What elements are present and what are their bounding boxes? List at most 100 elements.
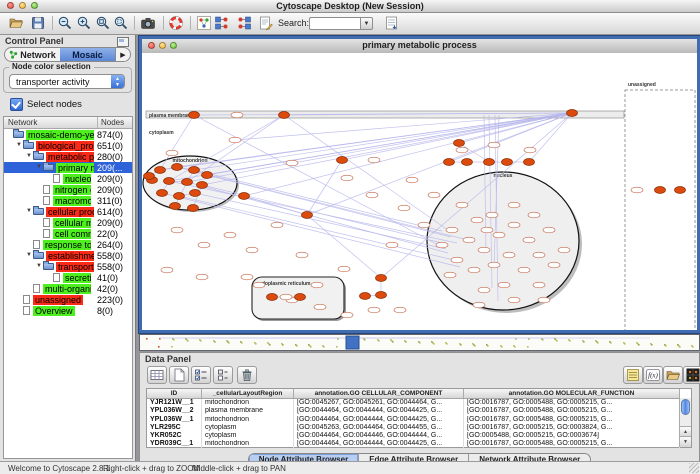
gene-node-unselected[interactable] (368, 157, 380, 163)
gene-node-unselected[interactable] (478, 247, 490, 253)
column-header-2[interactable]: annotation.GO CELLULAR_COMPONENT (294, 389, 464, 398)
tree-row-mosaic-demo-yeast[interactable]: mosaic-demo-yeast874(0) (4, 129, 132, 140)
gene-node-unselected[interactable] (231, 112, 243, 118)
tree-row-metabolic-process[interactable]: ▼metabolic process280(0) (4, 151, 132, 162)
gene-node[interactable] (190, 190, 201, 197)
gene-node[interactable] (302, 212, 313, 219)
gene-node-unselected[interactable] (446, 227, 458, 233)
tree-row-transport[interactable]: ▼transport558(0) (4, 261, 132, 272)
gene-node[interactable] (155, 167, 166, 174)
gene-node-unselected[interactable] (280, 294, 292, 300)
search-dropdown-button[interactable]: ▼ (360, 17, 373, 30)
table-row-YPL036W__2[interactable]: YPL036W__2plasma membrane[GO:0044464, GO… (147, 407, 691, 415)
birdseye-view-window[interactable] (139, 334, 700, 351)
tree-row-secretion[interactable]: secretion41(0) (4, 272, 132, 283)
gene-node-unselected[interactable] (418, 222, 430, 228)
gene-node-unselected[interactable] (548, 262, 560, 268)
gene-node[interactable] (144, 173, 155, 180)
gene-node[interactable] (462, 159, 473, 166)
tree-row-primary-metabo[interactable]: ▼primary metabo209(... (4, 162, 132, 173)
gene-node-unselected[interactable] (486, 212, 498, 218)
gene-node[interactable] (182, 179, 193, 186)
gene-node-unselected[interactable] (518, 267, 530, 273)
gene-node-unselected[interactable] (198, 242, 210, 248)
birdseye-viewport[interactable] (346, 336, 359, 349)
gene-node-unselected[interactable] (166, 150, 178, 156)
gene-node-unselected[interactable] (368, 307, 380, 313)
gene-node-unselected[interactable] (456, 147, 468, 153)
save-icon[interactable] (30, 15, 47, 32)
gene-node-unselected[interactable] (271, 222, 283, 228)
gene-node-unselected[interactable] (253, 282, 265, 288)
gene-node-unselected[interactable] (481, 227, 493, 233)
table-row-YLR295C[interactable]: YLR295Ccytoplasm[GO:0045263, GO:0044464,… (147, 424, 691, 432)
expand-arrow-icon[interactable]: ▼ (26, 151, 33, 162)
tree-row-macromolecule[interactable]: macromolecule311(0) (4, 195, 132, 206)
search-input[interactable] (309, 17, 361, 30)
gene-node-unselected[interactable] (508, 297, 520, 303)
gene-node[interactable] (202, 172, 213, 179)
scroll-down-button[interactable]: ▼ (680, 436, 691, 447)
gene-node-unselected[interactable] (444, 272, 456, 278)
table-row-YPL036W__1[interactable]: YPL036W__1mitochondrion[GO:0044464, GO:0… (147, 416, 691, 424)
column-header-3[interactable]: annotation.GO MOLECULAR_FUNCTION (464, 389, 680, 398)
table-row-YJR121W__1[interactable]: YJR121W__1mitochondrion[GO:0045267, GO:0… (147, 399, 691, 407)
formula-builder-button[interactable]: f(x) (643, 366, 663, 384)
gene-node-unselected[interactable] (456, 202, 468, 208)
gene-node-unselected[interactable] (406, 177, 418, 183)
expand-arrow-icon[interactable]: ▼ (36, 261, 43, 272)
gene-node-unselected[interactable] (508, 222, 520, 228)
gene-node-unselected[interactable] (428, 192, 440, 198)
edit-attributes-icon[interactable] (384, 15, 401, 32)
gene-node[interactable] (376, 292, 387, 299)
gene-node-unselected[interactable] (498, 282, 510, 288)
delete-attribute-button[interactable] (237, 366, 257, 384)
gene-node[interactable] (189, 112, 200, 119)
gene-node-unselected[interactable] (478, 287, 490, 293)
column-header-0[interactable]: ID (147, 389, 202, 398)
gene-node-unselected[interactable] (463, 237, 475, 243)
resize-grip[interactable] (689, 463, 699, 473)
tree-row-overview[interactable]: Overview8(0) (4, 305, 132, 316)
tree-row-multi-organism-pro[interactable]: multi-organism pro42(0) (4, 283, 132, 294)
gene-node[interactable] (279, 112, 290, 119)
gene-node[interactable] (157, 190, 168, 197)
zoom-out-icon[interactable] (57, 15, 74, 32)
gene-node[interactable] (502, 159, 513, 166)
tab-mosaic[interactable]: Mosaic (60, 48, 115, 61)
gene-node-unselected[interactable] (543, 227, 555, 233)
network-window-titlebar[interactable]: primary metabolic process (142, 39, 697, 54)
gene-node[interactable] (454, 140, 465, 147)
help-icon[interactable] (168, 15, 185, 32)
gene-node[interactable] (189, 167, 200, 174)
tree-row-establishment-of-lo[interactable]: ▼establishment of lo558(0) (4, 250, 132, 261)
expand-arrow-icon[interactable]: ▼ (16, 140, 23, 151)
gene-node[interactable] (174, 193, 185, 200)
gene-node-unselected[interactable] (314, 304, 326, 310)
node-color-dropdown[interactable]: transporter activity ▲▼ (9, 74, 125, 89)
gene-node[interactable] (484, 159, 495, 166)
tree-row-cell-communicat[interactable]: cell communicat22(0) (4, 228, 132, 239)
tab-network[interactable]: Network (5, 48, 60, 61)
gene-node[interactable] (172, 164, 183, 171)
snapshot-icon[interactable] (140, 15, 157, 32)
gene-node-unselected[interactable] (451, 257, 463, 263)
expand-arrow-icon[interactable]: ▼ (26, 206, 33, 217)
gene-node-unselected[interactable] (171, 227, 183, 233)
zoom-in-icon[interactable] (76, 15, 93, 32)
gene-node-unselected[interactable] (524, 147, 536, 153)
zoom-fit-icon[interactable] (95, 15, 112, 32)
expand-arrow-icon[interactable]: ▼ (36, 162, 43, 173)
gene-node[interactable] (267, 294, 278, 301)
gene-node-unselected[interactable] (488, 142, 500, 148)
gene-node-unselected[interactable] (338, 266, 350, 272)
gene-node-unselected[interactable] (468, 267, 480, 273)
gene-node-unselected[interactable] (533, 282, 545, 288)
gene-node-unselected[interactable] (341, 312, 353, 318)
gene-node[interactable] (444, 159, 455, 166)
gene-node-unselected[interactable] (488, 262, 500, 268)
float-panel-icon[interactable] (117, 37, 129, 47)
expand-arrow-icon[interactable]: ▼ (26, 250, 33, 261)
gene-node-unselected[interactable] (241, 274, 253, 280)
gene-node[interactable] (170, 203, 181, 210)
